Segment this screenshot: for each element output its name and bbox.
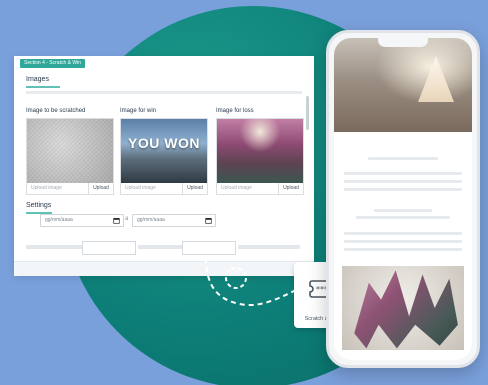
scene: Section 4 - Scratch & Win Images Image t… <box>0 0 488 385</box>
lamp-shape <box>418 56 454 102</box>
phone-notch <box>378 38 428 47</box>
revealed-image <box>354 270 458 349</box>
text-line <box>368 157 438 160</box>
phone-screen <box>334 38 472 360</box>
text-line <box>356 216 450 219</box>
text-line <box>344 180 462 183</box>
text-line <box>344 248 462 251</box>
text-line <box>344 172 462 175</box>
phone-scratch-card[interactable] <box>342 266 464 350</box>
text-line <box>344 188 462 191</box>
phone-hero-image <box>334 38 472 132</box>
text-line <box>344 232 462 235</box>
phone-preview <box>326 30 480 368</box>
text-line <box>374 209 432 212</box>
text-line <box>344 240 462 243</box>
